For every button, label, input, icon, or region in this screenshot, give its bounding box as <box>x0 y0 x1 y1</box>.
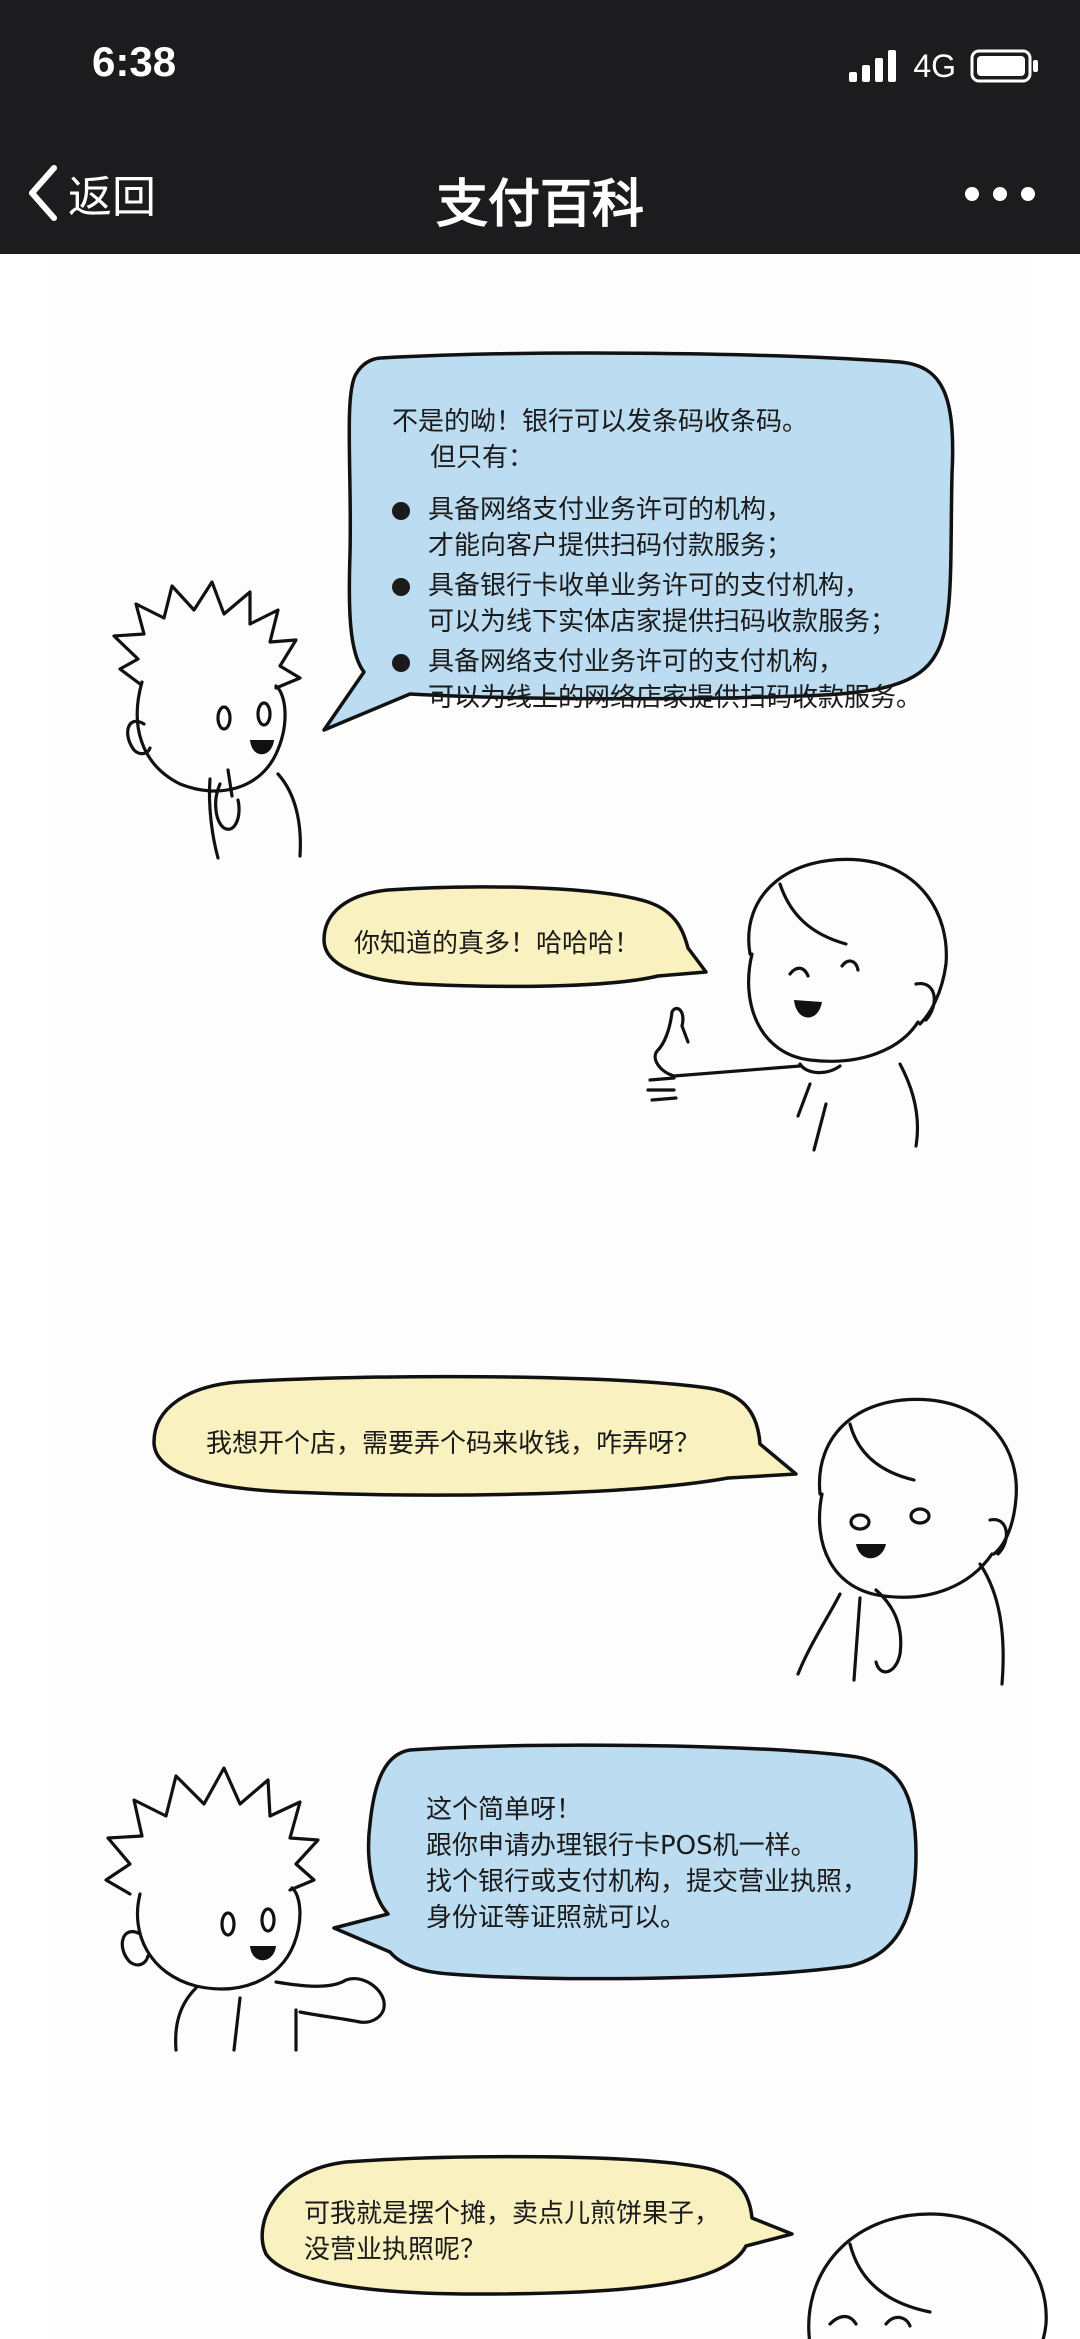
comic-article: 不是的呦！银行可以发条码收条码。 但只有： 具备网络支付业务许可的机构， 才能向… <box>0 254 1080 2339</box>
status-bar: 6:38 4G <box>0 0 1080 132</box>
bubble-4-line: 这个简单呀！ <box>426 1795 583 1825</box>
signal-icon <box>849 50 897 82</box>
bubble-3-text: 我想开个店，需要弄个码来收钱，咋弄呀？ <box>206 1429 701 1459</box>
bubble-1-text: 不是的呦！银行可以发条码收条码。 但只有： 具备网络支付业务许可的机构， 才能向… <box>392 404 952 720</box>
chevron-left-icon <box>29 165 57 221</box>
round-hair-character <box>807 2212 1048 2339</box>
nav-bar: 返回 支付百科 <box>0 132 1080 254</box>
list-item: 具备网络支付业务许可的支付机构， 可以为线上的网络店家提供扫码收款服务。 <box>392 644 952 716</box>
spiky-hair-character <box>112 580 302 860</box>
bubble-4-text: 这个简单呀！ 跟你申请办理银行卡POS机一样。 找个银行或支付机构，提交营业执照… <box>426 1792 906 1936</box>
battery-icon <box>970 49 1038 83</box>
more-icon[interactable] <box>960 172 1040 216</box>
round-hair-character <box>796 1397 1018 1686</box>
status-time: 6:38 <box>92 38 177 85</box>
bubble-5-line: 没营业执照呢？ <box>304 2235 487 2265</box>
list-item: 具备网络支付业务许可的机构， 才能向客户提供扫码付款服务； <box>392 492 952 564</box>
bubble-1-intro: 不是的呦！银行可以发条码收条码。 <box>392 407 809 437</box>
bubble-5-line: 可我就是摆个摊，卖点儿煎饼果子， <box>304 2199 721 2229</box>
round-hair-character <box>646 857 948 1152</box>
page-title: 支付百科 <box>435 175 644 235</box>
network-type: 4G <box>913 47 956 84</box>
license-list: 具备网络支付业务许可的机构， 才能向客户提供扫码付款服务； 具备银行卡收单业务许… <box>392 492 952 716</box>
status-indicators: 4G <box>849 46 1040 86</box>
bubble-4-line: 身份证等证照就可以。 <box>426 1903 687 1933</box>
list-item: 具备银行卡收单业务许可的支付机构， 可以为线下实体店家提供扫码收款服务； <box>392 568 952 640</box>
bubble-1-intro: 但只有： <box>430 443 535 473</box>
bubble-4-line: 跟你申请办理银行卡POS机一样。 <box>426 1831 817 1861</box>
back-button[interactable]: 返回 <box>26 158 156 228</box>
back-label: 返回 <box>68 172 156 223</box>
bubble-2-text: 你知道的真多！哈哈哈！ <box>354 929 641 959</box>
bubble-5-text: 可我就是摆个摊，卖点儿煎饼果子， 没营业执照呢？ <box>304 2196 784 2268</box>
bubble-4-line: 找个银行或支付机构，提交营业执照， <box>426 1867 869 1897</box>
